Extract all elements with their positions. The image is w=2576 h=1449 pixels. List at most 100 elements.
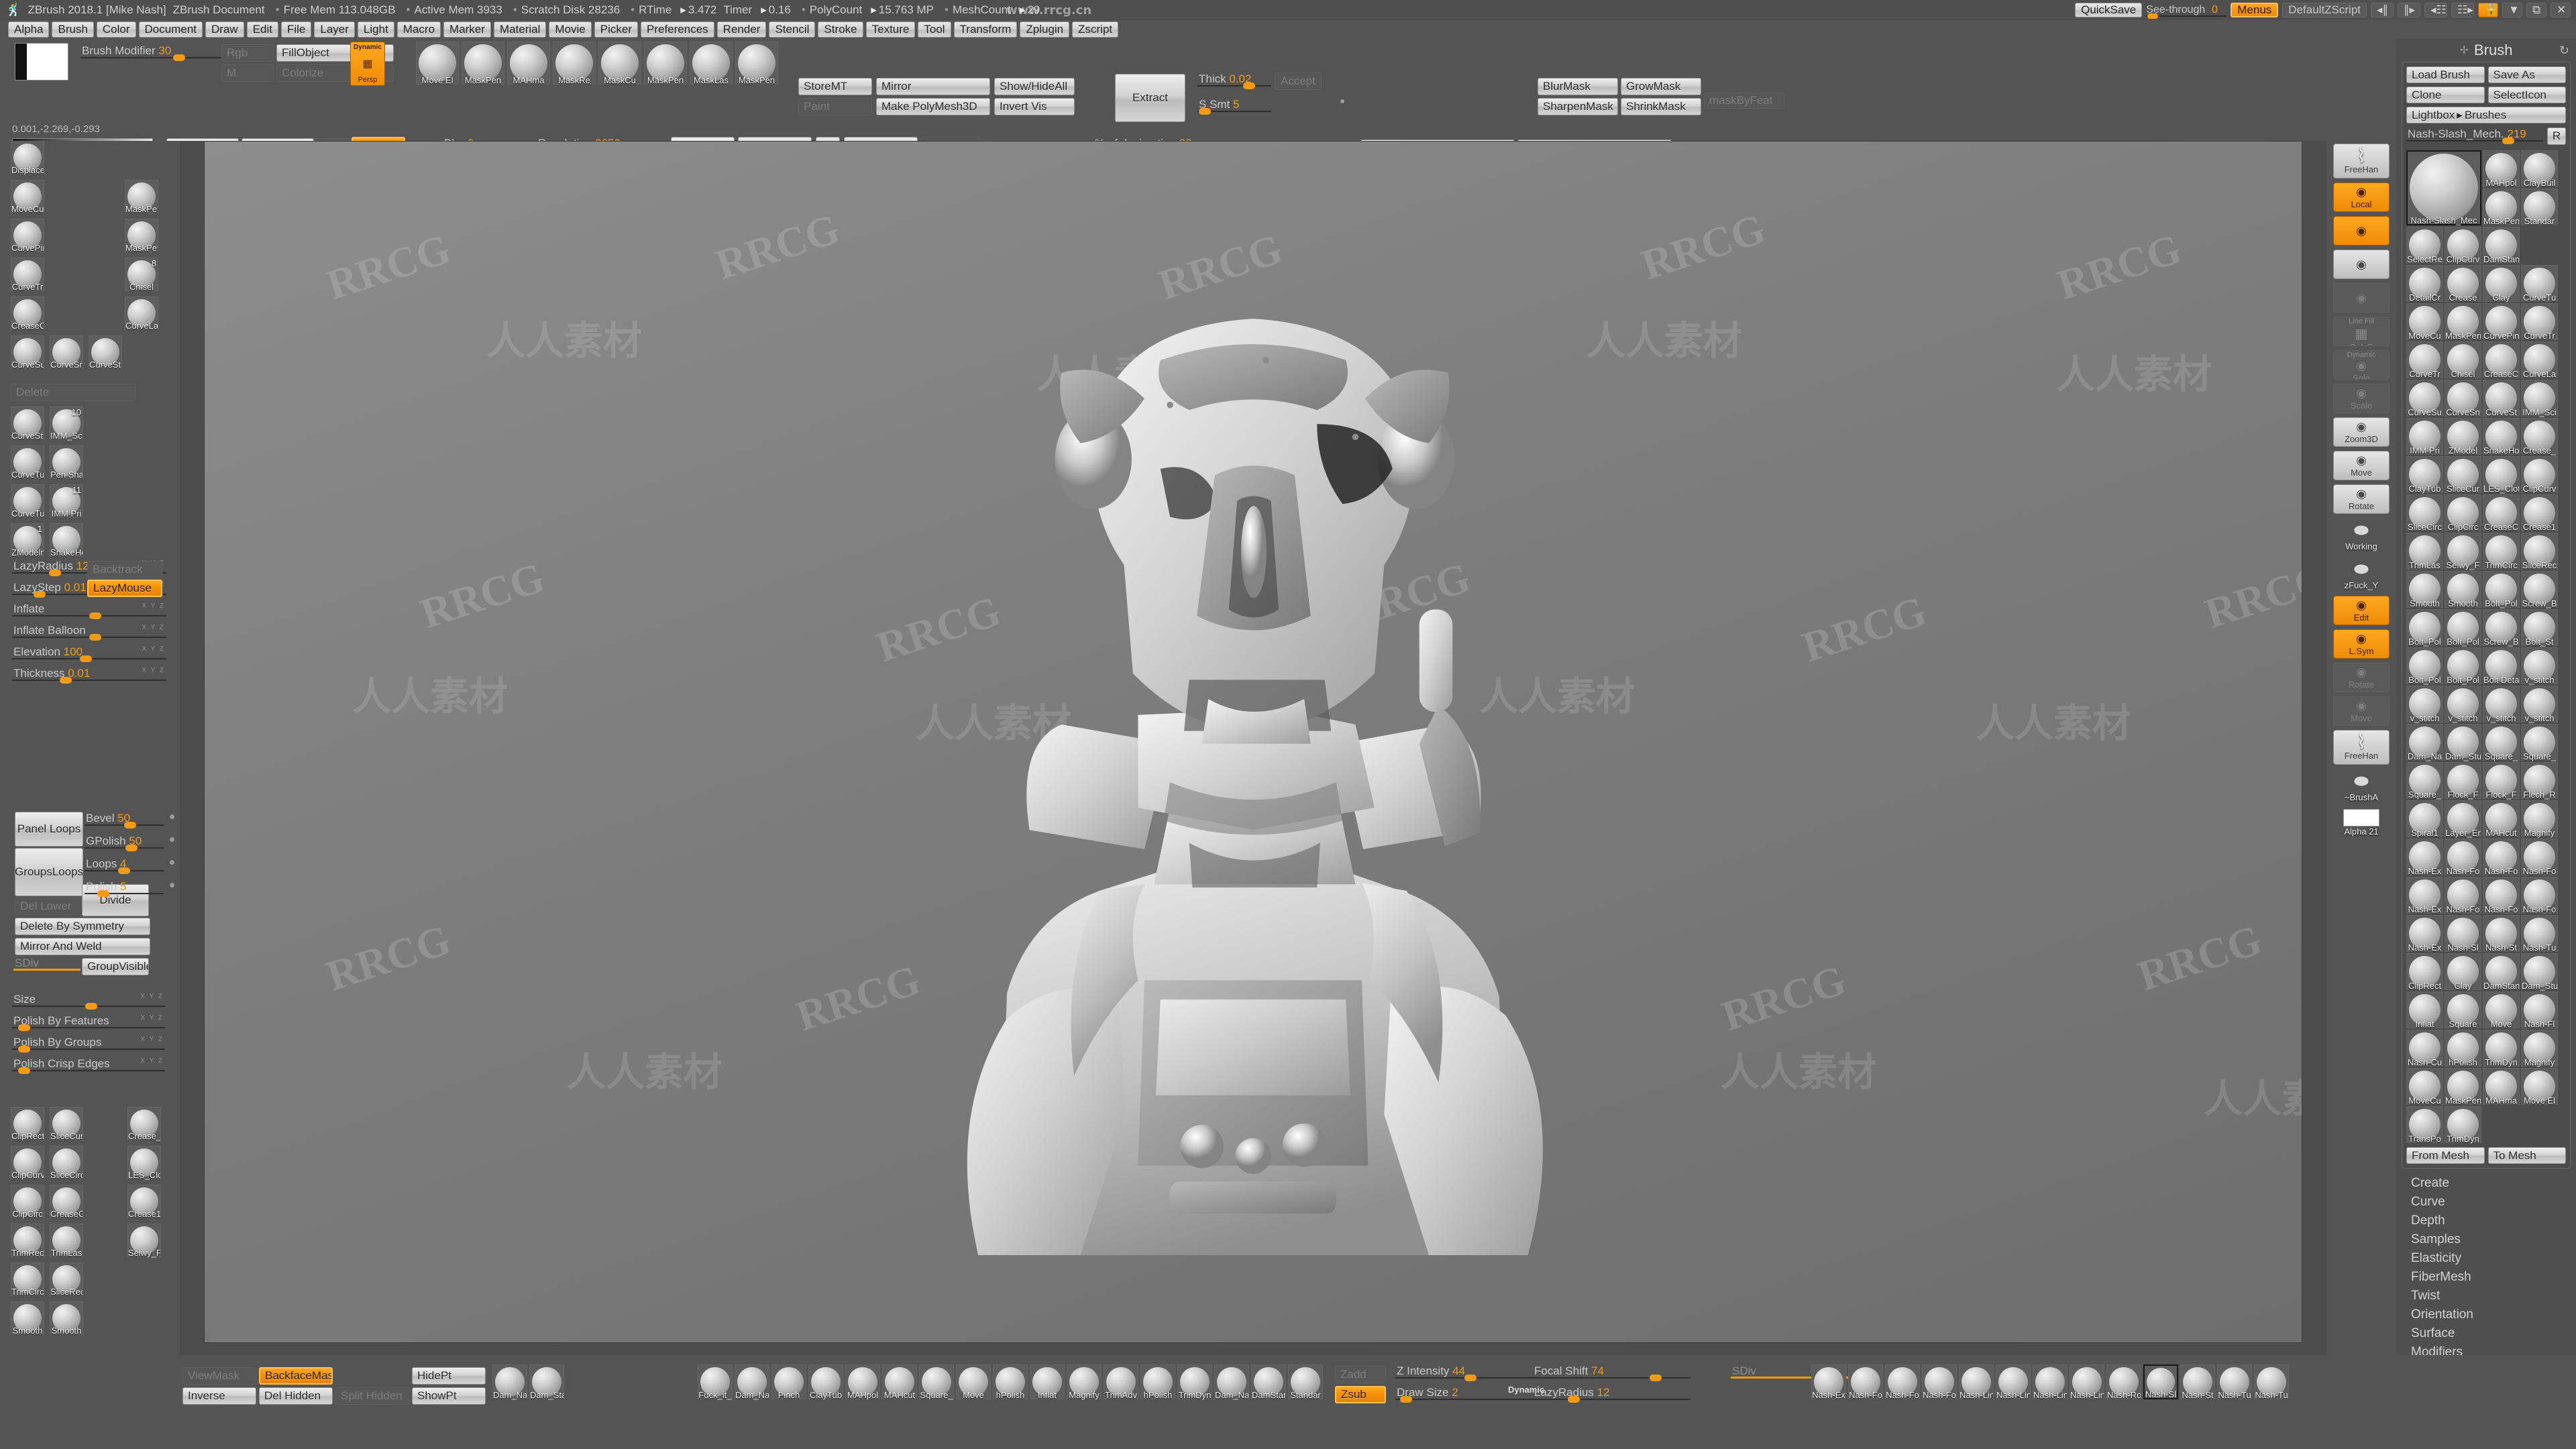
brush-thumbnail[interactable]: MaskPen [644, 42, 687, 85]
slider-dot-icon[interactable] [170, 837, 174, 842]
brush-thumbnail[interactable]: Flock_F [2483, 762, 2520, 799]
brush-thumbnail[interactable]: DetailCr [2406, 265, 2443, 302]
brush-thumbnail[interactable]: CurveLa [2521, 341, 2558, 378]
brush-thumbnail[interactable]: hPolish [2445, 1030, 2481, 1067]
slider-track[interactable] [12, 1070, 165, 1071]
brush-thumbnail[interactable]: MaskPen [125, 180, 158, 213]
brush-thumbnail[interactable]: Flech_R [2521, 762, 2558, 799]
brush-thumbnail[interactable]: CreaseC [50, 1185, 83, 1218]
brush-thumbnail[interactable]: TrimDyn [2483, 1030, 2520, 1067]
brush-thumbnail[interactable]: DamStan [2483, 953, 2520, 990]
accept-button[interactable]: Accept [1275, 72, 1322, 90]
brush-thumbnail[interactable]: Nash-Lin [2033, 1364, 2068, 1399]
mask-by-feature-button[interactable]: maskByFeat [1704, 93, 1784, 109]
lock-icon[interactable]: 🔒 [2478, 3, 2498, 17]
brush-thumbnail[interactable]: ClipCirc [2445, 494, 2481, 531]
slider-knob[interactable] [80, 655, 92, 662]
brush-thumbnail[interactable]: MoveCu [2406, 1068, 2443, 1105]
right-tool-icon[interactable]: ◉ [2333, 283, 2390, 313]
brush-thumbnail[interactable]: ClipRect [11, 1107, 44, 1140]
backface-mask-button[interactable]: BackfaceMask [259, 1367, 333, 1385]
slider-thickness[interactable]: Thickness 0.01X Y Z [12, 667, 166, 686]
brush-thumbnail[interactable]: Displace [11, 141, 44, 174]
slider-inflate[interactable]: Inflate X Y Z [12, 602, 166, 621]
next-tray-icon[interactable]: ∥▸ [2398, 3, 2420, 17]
slider-knob[interactable] [89, 634, 101, 641]
brush-thumbnail[interactable]: SliceCirc [2406, 494, 2443, 531]
current-brush-slider[interactable]: Nash-Slash_Mech. 219 [2406, 127, 2543, 146]
brush-thumbnail[interactable]: CreaseC [2483, 341, 2520, 378]
grow-mask-button[interactable]: GrowMask [1621, 78, 1701, 95]
brush-thumbnail[interactable]: MoveCu [11, 180, 44, 213]
prev-tray-icon[interactable]: ◂∥ [2371, 3, 2394, 17]
brush-thumbnail[interactable]: Move El [2521, 1068, 2558, 1105]
brush-thumbnail[interactable]: IMM_Sci [2521, 380, 2558, 417]
menu-item-stencil[interactable]: Stencil [769, 21, 815, 38]
brush-thumbnail[interactable]: Flock_F [2445, 762, 2481, 799]
right-tool-freehan[interactable]: ⌇FreeHan [2333, 730, 2390, 765]
brush-thumbnail[interactable]: Bolt_Pol [2406, 609, 2443, 646]
slider-track[interactable] [85, 847, 164, 849]
view-mask-button[interactable]: ViewMask [182, 1367, 256, 1385]
brush-thumbnail[interactable]: MaskPen [2445, 303, 2481, 340]
menu-item-picker[interactable]: Picker [594, 21, 638, 38]
brush-thumbnail[interactable]: Dam_Na [735, 1364, 769, 1399]
quicksave-button[interactable]: QuickSave [2075, 3, 2142, 17]
brush-thumbnail[interactable]: Screw_B [2483, 609, 2520, 646]
slider-knob[interactable] [18, 1067, 30, 1074]
slider-inflate-balloon[interactable]: Inflate Balloon X Y Z [12, 624, 166, 643]
brush-thumbnail[interactable]: CurveStr [11, 407, 44, 440]
brush-thumbnail[interactable]: ClipCirc [11, 1185, 44, 1218]
inverse-button[interactable]: Inverse [182, 1387, 256, 1405]
brush-thumbnail[interactable]: v_stitch [2406, 686, 2443, 722]
menu-item-alpha[interactable]: Alpha [8, 21, 49, 38]
brush-thumbnail[interactable]: CurveTr [2521, 303, 2558, 340]
slider-dot-icon[interactable] [170, 814, 174, 819]
to-mesh-button[interactable]: To Mesh [2488, 1147, 2567, 1164]
panel-loops-button[interactable]: Panel Loops [15, 812, 83, 847]
brush-submenu-create[interactable]: Create [2411, 1174, 2576, 1193]
brush-thumbnail[interactable]: MoveCu [2406, 303, 2443, 340]
brush-thumbnail[interactable]: CreaseC [11, 297, 44, 330]
del-lower-button[interactable]: Del Lower [15, 898, 83, 915]
brush-thumbnail[interactable]: Dam_Na [492, 1364, 527, 1399]
brush-thumbnail[interactable]: Nash-Tu [2217, 1364, 2252, 1399]
brush-submenu-surface[interactable]: Surface [2411, 1324, 2576, 1343]
slider-knob[interactable] [118, 867, 130, 874]
menu-item-render[interactable]: Render [717, 21, 767, 38]
brush-thumbnail[interactable]: v_stitch [2521, 647, 2558, 684]
brush-thumbnail[interactable]: CurveLa [125, 297, 158, 330]
brush-thumbnail[interactable]: Spiral1 [2406, 800, 2443, 837]
slider-track[interactable] [12, 1027, 165, 1028]
menu-item-transform[interactable]: Transform [954, 21, 1018, 38]
brush-thumbnail[interactable]: 8Chisel [125, 258, 158, 291]
m-button[interactable]: M [221, 64, 274, 82]
brush-thumbnail[interactable]: CurvePin [11, 219, 44, 252]
brush-thumbnail[interactable]: CurveSt. [89, 335, 122, 369]
brush-thumbnail[interactable]: 11IMM Pri [50, 484, 83, 518]
brush-save-as-button[interactable]: Save As [2488, 66, 2567, 83]
menu-item-color[interactable]: Color [97, 21, 136, 38]
brush-thumbnail[interactable]: Nash-Tu [2521, 915, 2558, 952]
slider-knob[interactable] [97, 890, 109, 897]
slider-dot-icon[interactable] [170, 860, 174, 865]
menu-item-edit[interactable]: Edit [247, 21, 278, 38]
menu-item-material[interactable]: Material [494, 21, 546, 38]
right-tool-polyf[interactable]: Line Fill▦PolyF [2333, 317, 2390, 346]
brush-thumbnail[interactable]: Bolt_Pol [2445, 609, 2481, 646]
selected-brush-thumbnail[interactable]: Nash-Slash_Mec [2406, 150, 2481, 225]
brush-thumbnail[interactable]: TrimLas [50, 1224, 83, 1257]
brush-thumbnail[interactable]: MaskPen [735, 42, 778, 85]
brush-thumbnail[interactable]: LES_Clot [127, 1146, 161, 1179]
brush-thumbnail[interactable]: Bolt_Pol [2406, 647, 2443, 684]
brush-thumbnail[interactable]: Clay [2483, 265, 2520, 302]
brush-thumbnail[interactable]: Square_ [2483, 724, 2520, 761]
right-tool-rotate[interactable]: ◉Rotate [2333, 663, 2390, 692]
storemt-button[interactable]: StoreMT [798, 78, 872, 95]
group-visible-button[interactable]: GroupVisible [82, 958, 149, 975]
brush-thumbnail[interactable]: Magnify [2521, 800, 2558, 837]
brush-thumbnail[interactable]: Screw_B [2521, 571, 2558, 608]
current-color-swatch[interactable] [15, 43, 68, 80]
brush-thumbnail[interactable]: CurveTu [11, 445, 44, 479]
del-hidden-button[interactable]: Del Hidden [259, 1387, 333, 1405]
